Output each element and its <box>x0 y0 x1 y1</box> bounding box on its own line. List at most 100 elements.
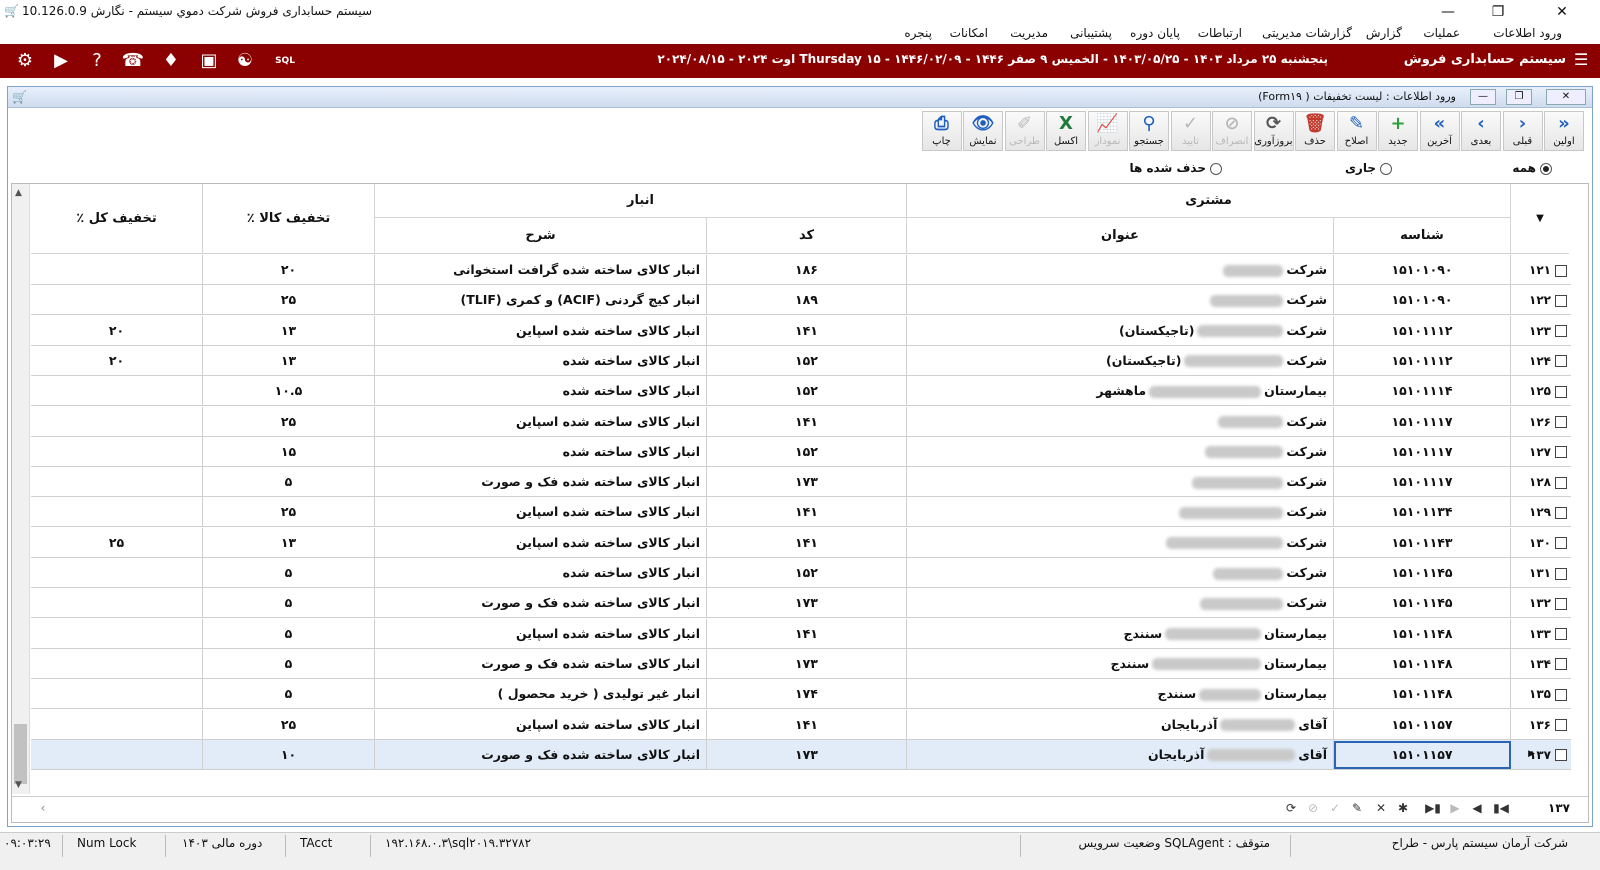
item-discount-cell[interactable]: ۵ <box>203 618 375 649</box>
item-discount-cell[interactable]: ۲۵ <box>203 497 375 528</box>
item-discount-cell[interactable]: ۱۰.۵ <box>203 376 375 407</box>
id-cell[interactable]: ۱۵۱۰۱۱۱۷ <box>1334 467 1511 498</box>
title-cell[interactable]: بیمارستان سنندج <box>907 679 1334 710</box>
row-checkbox[interactable] <box>1555 719 1567 731</box>
title-cell[interactable]: بیمارستان سنندج <box>907 648 1334 679</box>
total-discount-cell[interactable] <box>31 558 203 588</box>
chart-button[interactable]: 📈 نمودار <box>1087 111 1128 151</box>
header-title[interactable]: عنوان <box>907 218 1334 254</box>
title-cell[interactable]: شرکت <box>907 436 1334 467</box>
print-button[interactable]: ⎙ چاپ <box>921 111 962 151</box>
support-headset-icon[interactable]: ☎ <box>120 49 146 73</box>
form-restore-button[interactable]: ❐ <box>1506 89 1532 105</box>
code-cell[interactable]: ۱۷۳ <box>707 739 907 770</box>
description-cell[interactable]: انبار کالای ساخته شده اسپاین <box>375 527 707 558</box>
help-icon[interactable]: ? <box>84 49 110 73</box>
item-discount-cell[interactable]: ۲۵ <box>203 285 375 316</box>
row-checkbox[interactable] <box>1555 264 1567 277</box>
search-button[interactable]: ⚲ جستجو <box>1129 111 1169 151</box>
id-cell[interactable]: ۱۵۱۰۱۱۴۵ <box>1334 558 1511 588</box>
description-cell[interactable]: انبار کالای ساخته شده <box>375 376 707 407</box>
gift-icon[interactable]: ▣ <box>196 49 222 73</box>
nav-last-icon[interactable]: ▶▮ <box>1424 801 1442 815</box>
total-discount-cell[interactable] <box>31 376 203 407</box>
item-discount-cell[interactable]: ۲۵ <box>203 406 375 437</box>
description-cell[interactable]: انبار کالای ساخته شده اسپاین <box>375 618 707 649</box>
item-discount-cell[interactable]: ۵ <box>203 558 375 588</box>
row-checkbox[interactable] <box>1555 294 1567 307</box>
id-cell[interactable]: ۱۵۱۰۱۰۹۰ <box>1334 285 1511 316</box>
row-checkbox[interactable] <box>1555 416 1567 428</box>
title-cell[interactable]: بیمارستان ماهشهر <box>907 376 1334 407</box>
table-row[interactable]: ۱۰.۵ انبار کالای ساخته شده ۱۵۲ بیمارستان ماه… <box>31 376 1571 407</box>
form-minimize-button[interactable]: — <box>1470 89 1496 105</box>
total-discount-cell[interactable]: ۲۰ <box>31 315 203 346</box>
restore-button[interactable]: ❐ <box>1476 2 1520 22</box>
title-cell[interactable]: شرکت <box>907 527 1334 558</box>
row-checkbox[interactable] <box>1555 537 1567 550</box>
description-cell[interactable]: انبار کالای ساخته شده <box>375 436 707 467</box>
prev-button[interactable]: › قبلی <box>1502 111 1543 151</box>
menu-administration[interactable]: مدیریت <box>1010 26 1048 40</box>
scroll-thumb[interactable] <box>14 724 27 784</box>
settings-icon[interactable]: ⚙ <box>12 49 38 73</box>
title-cell[interactable]: شرکت <box>907 558 1334 588</box>
total-discount-cell[interactable] <box>31 436 203 467</box>
item-discount-cell[interactable]: ۵ <box>203 467 375 498</box>
header-id[interactable]: شناسه <box>1334 218 1511 254</box>
total-discount-cell[interactable] <box>31 497 203 528</box>
code-cell[interactable]: ۱۵۲ <box>707 376 907 407</box>
minimize-button[interactable]: — <box>1426 2 1470 22</box>
handshake-icon[interactable]: ☯ <box>232 49 258 73</box>
header-description[interactable]: شرح <box>375 218 707 254</box>
title-cell[interactable]: شرکت <box>907 255 1334 285</box>
table-row[interactable]: ۵ انبار کالای ساخته شده فک و صورت ۱۷۳ شرکت ۱… <box>31 588 1571 619</box>
item-discount-cell[interactable]: ۵ <box>203 648 375 679</box>
total-discount-cell[interactable] <box>31 255 203 285</box>
first-button[interactable]: » اولین <box>1544 111 1584 151</box>
code-cell[interactable]: ۱۵۲ <box>707 436 907 467</box>
id-cell[interactable]: ۱۵۱۰۱۱۱۲ <box>1334 345 1511 376</box>
column-chooser-icon[interactable]: ▼ <box>1511 184 1569 254</box>
item-discount-cell[interactable]: ۱۳ <box>203 345 375 376</box>
code-cell[interactable]: ۱۴۱ <box>707 497 907 528</box>
id-cell[interactable]: ۱۵۱۰۱۱۴۵ <box>1334 588 1511 619</box>
nav-post-icon[interactable]: ✓ <box>1326 801 1344 815</box>
row-checkbox[interactable] <box>1555 628 1567 641</box>
title-cell[interactable]: بیمارستان سنندج <box>907 618 1334 649</box>
nav-delete-icon[interactable]: ✕ <box>1372 801 1390 815</box>
table-row[interactable]: ۱۰ انبار کالای ساخته شده فک و صورت ۱۷۳ آقای… <box>31 739 1571 770</box>
row-checkbox[interactable] <box>1555 567 1567 580</box>
title-cell[interactable]: شرکت <box>907 497 1334 528</box>
design-button[interactable]: ✐ طراحی <box>1004 111 1045 151</box>
refresh-button[interactable]: ⟳ بروزآوری <box>1253 111 1294 151</box>
row-checkbox[interactable] <box>1555 476 1567 489</box>
title-cell[interactable]: شرکت <box>907 406 1334 437</box>
description-cell[interactable]: انبار غیر تولیدی ( خرید محصول ) <box>375 679 707 710</box>
total-discount-cell[interactable] <box>31 588 203 619</box>
id-cell[interactable]: ۱۵۱۰۱۱۴۸ <box>1334 618 1511 649</box>
id-cell[interactable]: ۱۵۱۰۱۱۱۲ <box>1334 315 1511 346</box>
description-cell[interactable]: انبار کالای ساخته شده اسپاین <box>375 315 707 346</box>
row-checkbox[interactable] <box>1555 688 1567 701</box>
item-discount-cell[interactable]: ۱۳ <box>203 315 375 346</box>
table-row[interactable]: ۲۵ ۱۳ انبار کالای ساخته شده اسپاین ۱۴۱ شرکت ۱… <box>31 527 1571 558</box>
header-total-discount[interactable]: ٪ تخفیف کل <box>31 184 203 254</box>
total-discount-cell[interactable]: ۲۰ <box>31 345 203 376</box>
next-button[interactable]: ‹ بعدی <box>1461 111 1501 151</box>
table-row[interactable]: ۲۰ ۱۳ انبار کالای ساخته شده ۱۵۲ شرکت (تاجیکست… <box>31 345 1571 376</box>
header-item-discount[interactable]: ٪ تخفیف کالا <box>203 184 375 254</box>
row-checkbox[interactable] <box>1555 446 1567 459</box>
id-cell[interactable]: ۱۵۱۰۱۱۴۸ <box>1334 679 1511 710</box>
total-discount-cell[interactable] <box>31 709 203 740</box>
menu-facilities[interactable]: امکانات <box>950 26 988 40</box>
last-button[interactable]: « آخرین <box>1419 111 1460 151</box>
item-discount-cell[interactable]: ۱۳ <box>203 527 375 558</box>
table-row[interactable]: ۵ انبار غیر تولیدی ( خرید محصول ) ۱۷۴ بیمار… <box>31 679 1571 710</box>
table-row[interactable]: ۲۵ انبار کالای ساخته شده اسپاین ۱۴۱ شرکت ۱۵۱… <box>31 497 1571 528</box>
form-close-button[interactable]: ✕ <box>1546 89 1586 105</box>
item-discount-cell[interactable]: ۵ <box>203 588 375 619</box>
title-cell[interactable]: شرکت (تاجیکستان) <box>907 315 1334 346</box>
description-cell[interactable]: انبار کالای ساخته شده گرافت استخوانی <box>375 255 707 285</box>
show-button[interactable]: 👁 نمایش <box>963 111 1003 151</box>
